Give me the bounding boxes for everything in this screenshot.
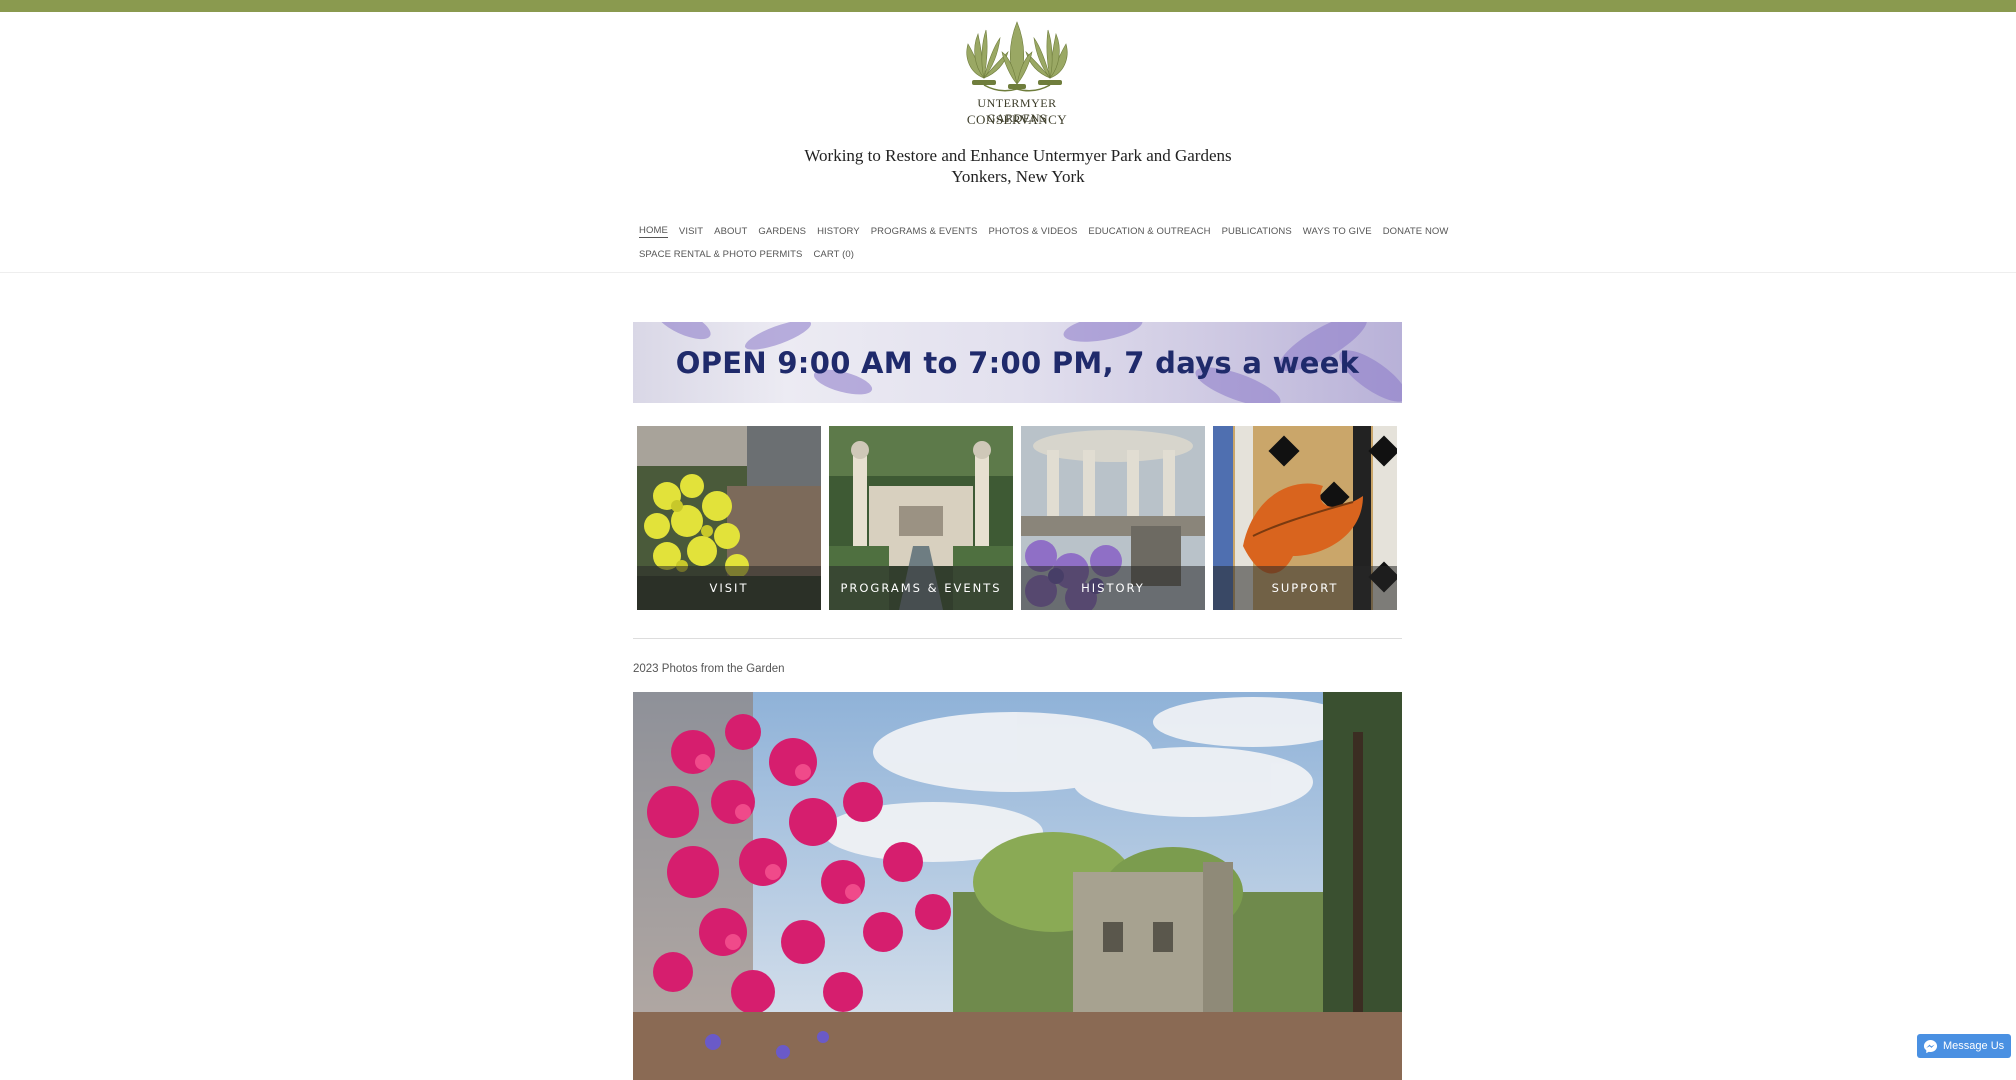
messenger-label: Message Us (1943, 1040, 2005, 1052)
gallery-photo[interactable] (633, 692, 1402, 1080)
top-accent-bar (0, 0, 2016, 12)
nav-item-photos-videos[interactable]: PHOTOS & VIDEOS (988, 226, 1077, 237)
nav-item-visit[interactable]: VISIT (679, 226, 703, 237)
tile-label: VISIT (637, 566, 821, 610)
site-tagline: Working to Restore and Enhance Untermyer… (804, 146, 1232, 165)
nav-item-publications[interactable]: PUBLICATIONS (1222, 226, 1292, 237)
main-navigation: HOME VISIT ABOUT GARDENS HISTORY PROGRAM… (639, 220, 1448, 266)
nav-item-about[interactable]: ABOUT (714, 226, 747, 237)
nav-item-ways-to-give[interactable]: WAYS TO GIVE (1303, 226, 1372, 237)
tile-history[interactable]: HISTORY (1021, 426, 1205, 610)
tile-support[interactable]: SUPPORT (1213, 426, 1397, 610)
tile-visit[interactable]: VISIT (637, 426, 821, 610)
site-logo[interactable]: UNTERMYER GARDENS CONSERVANCY (950, 18, 1084, 130)
content-divider (633, 638, 1402, 639)
nav-item-gardens[interactable]: GARDENS (758, 226, 806, 237)
nav-item-donate-now[interactable]: DONATE NOW (1383, 226, 1449, 237)
site-location: Yonkers, New York (951, 167, 1085, 186)
nav-item-programs-events[interactable]: PROGRAMS & EVENTS (871, 226, 978, 237)
feature-tiles: VISIT PROGRAMS & EVENTS HISTORY SUPPORT (637, 426, 1397, 610)
hours-text: OPEN 9:00 AM to 7:00 PM, 7 days a week (675, 345, 1360, 380)
logo-text-line2: CONSERVANCY (966, 112, 1068, 127)
azalea-garden-photo (633, 692, 1402, 1080)
nav-item-home[interactable]: HOME (639, 225, 668, 238)
nav-row-1: HOME VISIT ABOUT GARDENS HISTORY PROGRAM… (639, 220, 1448, 242)
hours-banner: OPEN 9:00 AM to 7:00 PM, 7 days a week (633, 322, 1402, 403)
gallery-title: 2023 Photos from the Garden (633, 663, 785, 675)
messenger-button[interactable]: Message Us (1917, 1034, 2011, 1058)
header-divider (0, 272, 2016, 273)
tile-label: HISTORY (1021, 566, 1205, 610)
nav-item-space-rental[interactable]: SPACE RENTAL & PHOTO PERMITS (639, 249, 802, 260)
messenger-icon (1923, 1039, 1938, 1053)
tile-programs-events[interactable]: PROGRAMS & EVENTS (829, 426, 1013, 610)
tile-label: PROGRAMS & EVENTS (829, 566, 1013, 610)
palmette-logo-icon (966, 21, 1068, 92)
nav-row-2: SPACE RENTAL & PHOTO PERMITS CART (0) (639, 243, 1379, 265)
tile-label: SUPPORT (1213, 566, 1397, 610)
nav-item-cart[interactable]: CART (0) (813, 249, 854, 260)
nav-item-education-outreach[interactable]: EDUCATION & OUTREACH (1088, 226, 1210, 237)
nav-item-history[interactable]: HISTORY (817, 226, 860, 237)
